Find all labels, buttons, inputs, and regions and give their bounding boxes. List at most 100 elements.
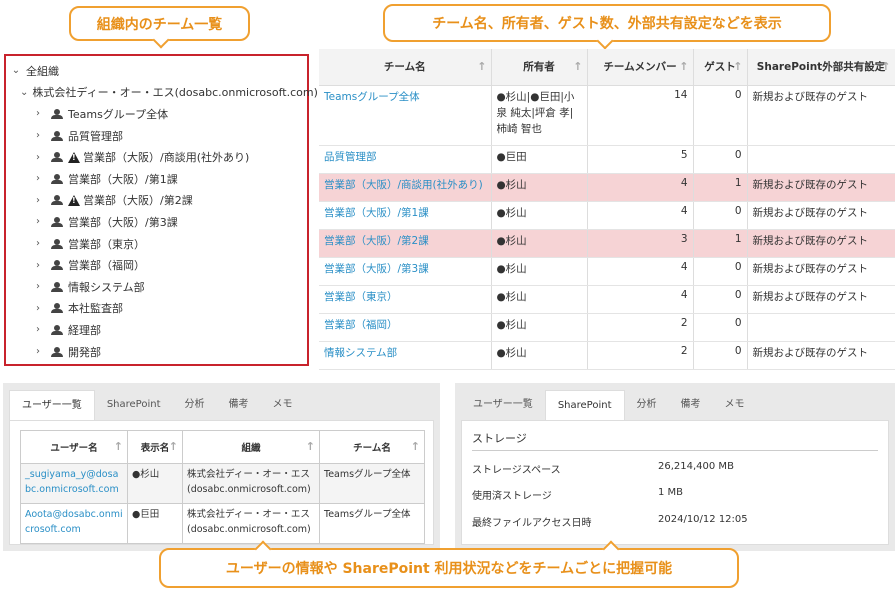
member-count: 5 [587, 145, 694, 174]
tree-item[interactable]: › 本社監査部 [6, 298, 307, 320]
username-link[interactable]: Aoota@dosabc.onmicrosoft.com [20, 503, 128, 544]
tree-item[interactable]: › 情報システム部 [6, 276, 307, 298]
chevron-right-icon: › [36, 173, 40, 185]
column-header-sharing[interactable]: SharePoint外部共有設定 ↑ [747, 49, 895, 86]
table-row[interactable]: 営業部（大阪）/第1課 ●杉山 4 0 新規および既存のゲスト [319, 201, 895, 230]
team-name-link[interactable]: 営業部（大阪）/第1課 [319, 201, 492, 230]
team-icon [50, 238, 65, 249]
tree-item[interactable]: › 営業部（東京） [6, 233, 307, 255]
chevron-right-icon: › [36, 302, 40, 314]
tab-bar: ユーザー一覧 SharePoint 分析 備考 メモ [455, 383, 895, 420]
guest-count: 0 [693, 201, 748, 230]
tree-company[interactable]: ⌄ 株式会社ディー・オー・エス(dosabc.onmicrosoft.com) [6, 82, 318, 104]
team-name-link[interactable]: 営業部（大阪）/商談用(社外あり) [319, 173, 492, 202]
owner-cell: ●杉山 [491, 257, 588, 286]
table-row[interactable]: 情報システム部 ●杉山 2 0 新規および既存のゲスト [319, 341, 895, 370]
column-header-owner[interactable]: 所有者 ↑ [491, 49, 588, 86]
table-row[interactable]: 営業部（大阪）/第3課 ●杉山 4 0 新規および既存のゲスト [319, 257, 895, 286]
team-icon [50, 260, 65, 271]
chevron-right-icon: › [36, 324, 40, 336]
tab-2[interactable]: 分析 [173, 390, 217, 420]
sort-icon[interactable]: ↑ [169, 440, 178, 453]
sort-icon[interactable]: ↑ [881, 60, 890, 73]
storage-value: 1 MB [658, 487, 684, 498]
sort-icon[interactable]: ↑ [114, 440, 123, 453]
tab-3[interactable]: 備考 [669, 390, 713, 420]
tree-company-label: 株式会社ディー・オー・エス(dosabc.onmicrosoft.com) [32, 86, 318, 100]
tree-item[interactable]: › 経理部 [6, 319, 307, 341]
sort-icon[interactable]: ↑ [411, 440, 420, 453]
team-cell: Teamsグループ全体 [319, 503, 425, 544]
tab-4[interactable]: メモ [713, 390, 757, 420]
team-icon [50, 281, 65, 292]
tab-0[interactable]: ユーザー一覧 [9, 390, 95, 420]
table-row[interactable]: Teamsグループ全体 ●杉山|●巨田|小泉 純太|坪倉 孝|柿崎 智也 14 0 新規… [319, 85, 895, 146]
tree-root-label: 全組織 [26, 64, 59, 78]
table-row[interactable]: 営業部（東京） ●杉山 4 0 新規および既存のゲスト [319, 285, 895, 314]
sort-icon[interactable]: ↑ [573, 60, 582, 73]
column-header-team[interactable]: チーム名 ↑ [319, 430, 425, 464]
table-row[interactable]: 品質管理部 ●巨田 5 0 [319, 145, 895, 174]
tab-3[interactable]: 備考 [217, 390, 261, 420]
tab-4[interactable]: メモ [261, 390, 305, 420]
column-header-team-name[interactable]: チーム名 ↑ [319, 49, 492, 86]
team-name-link[interactable]: Teamsグループ全体 [319, 85, 492, 146]
storage-key: 最終ファイルアクセス日時 [472, 518, 592, 529]
owner-cell: ●杉山 [491, 229, 588, 258]
column-header-members[interactable]: チームメンバー ↑ [587, 49, 694, 86]
tree-item[interactable]: › 営業部（大阪）/第2課 [6, 190, 307, 212]
tree-item[interactable]: › Teamsグループ全体 [6, 103, 307, 125]
table-row[interactable]: Aoota@dosabc.onmicrosoft.com ●巨田 株式会社ディー・オ… [20, 503, 425, 544]
sort-icon[interactable]: ↑ [306, 440, 315, 453]
member-count: 14 [587, 85, 694, 146]
tree-item[interactable]: › 営業部（大阪）/第3課 [6, 211, 307, 233]
team-icon [50, 346, 65, 357]
team-name-link[interactable]: 営業部（東京） [319, 285, 492, 314]
column-header-guests[interactable]: ゲスト ↑ [693, 49, 748, 86]
tab-1[interactable]: SharePoint [95, 390, 173, 420]
sort-icon[interactable]: ↑ [733, 60, 742, 73]
tab-0[interactable]: ユーザー一覧 [461, 390, 545, 420]
member-count: 2 [587, 341, 694, 370]
storage-row: 使用済ストレージ 1 MB [472, 487, 872, 502]
tab-2[interactable]: 分析 [625, 390, 669, 420]
column-header-username[interactable]: ユーザー名 ↑ [20, 430, 128, 464]
team-name-link[interactable]: 営業部（大阪）/第3課 [319, 257, 492, 286]
team-icon [50, 152, 65, 163]
sort-icon[interactable]: ↑ [679, 60, 688, 73]
username-link[interactable]: _sugiyama_y@dosabc.onmicrosoft.com [20, 463, 128, 504]
chevron-right-icon: › [36, 259, 40, 271]
warning-icon [68, 151, 80, 163]
table-row[interactable]: 営業部（大阪）/第2課 ●杉山 3 1 新規および既存のゲスト [319, 229, 895, 258]
tree-item[interactable]: › 営業部（大阪）/第1課 [6, 168, 307, 190]
team-name-link[interactable]: 情報システム部 [319, 341, 492, 370]
tab-bar: ユーザー一覧 SharePoint 分析 備考 メモ [3, 383, 440, 420]
tab-1[interactable]: SharePoint [544, 390, 625, 420]
team-name-link[interactable]: 品質管理部 [319, 145, 492, 174]
table-row[interactable]: 営業部（福岡） ●杉山 2 0 [319, 313, 895, 342]
table-row[interactable]: 営業部（大阪）/商談用(社外あり) ●杉山 4 1 新規および既存のゲスト [319, 173, 895, 202]
tree-item[interactable]: › 営業部（大阪）/商談用(社外あり) [6, 146, 307, 168]
team-name-link[interactable]: 営業部（大阪）/第2課 [319, 229, 492, 258]
storage-row: 最終ファイルアクセス日時 2024/10/12 12:05 [472, 514, 872, 529]
sort-icon[interactable]: ↑ [477, 60, 486, 73]
tree-item[interactable]: › 品質管理部 [6, 125, 307, 147]
tree-root[interactable]: ⌄ 全組織 [6, 60, 307, 82]
callout-text: ユーザーの情報や SharePoint 利用状況などをチームごとに把握可能 [225, 561, 673, 577]
member-count: 4 [587, 201, 694, 230]
team-name-link[interactable]: 営業部（福岡） [319, 313, 492, 342]
callout-bottom: ユーザーの情報や SharePoint 利用状況などをチームごとに把握可能 [159, 540, 739, 588]
column-header-org[interactable]: 組織 ↑ [182, 430, 320, 464]
member-count: 4 [587, 257, 694, 286]
callout-team-list: 組織内のチーム一覧 [69, 6, 250, 49]
tree-item[interactable]: › 営業部（福岡） [6, 254, 307, 276]
tree-item-label: 営業部（東京） [68, 237, 145, 251]
callout-team-table: チーム名、所有者、ゲスト数、外部共有設定などを表示 [383, 4, 831, 50]
column-header-display-name[interactable]: 表示名 ↑ [127, 430, 183, 464]
tree-items: › Teamsグループ全体 › 品質管理部 › 営業部（大阪）/商談用(社外あり) › 営業部… [6, 103, 307, 362]
table-row[interactable]: _sugiyama_y@dosabc.onmicrosoft.com ●杉山 株式会… [20, 463, 425, 504]
tree-item[interactable]: › 開発部 [6, 341, 307, 363]
sharing-setting: 新規および既存のゲスト [747, 85, 895, 146]
team-icon [50, 108, 65, 119]
owner-cell: ●杉山 [491, 173, 588, 202]
